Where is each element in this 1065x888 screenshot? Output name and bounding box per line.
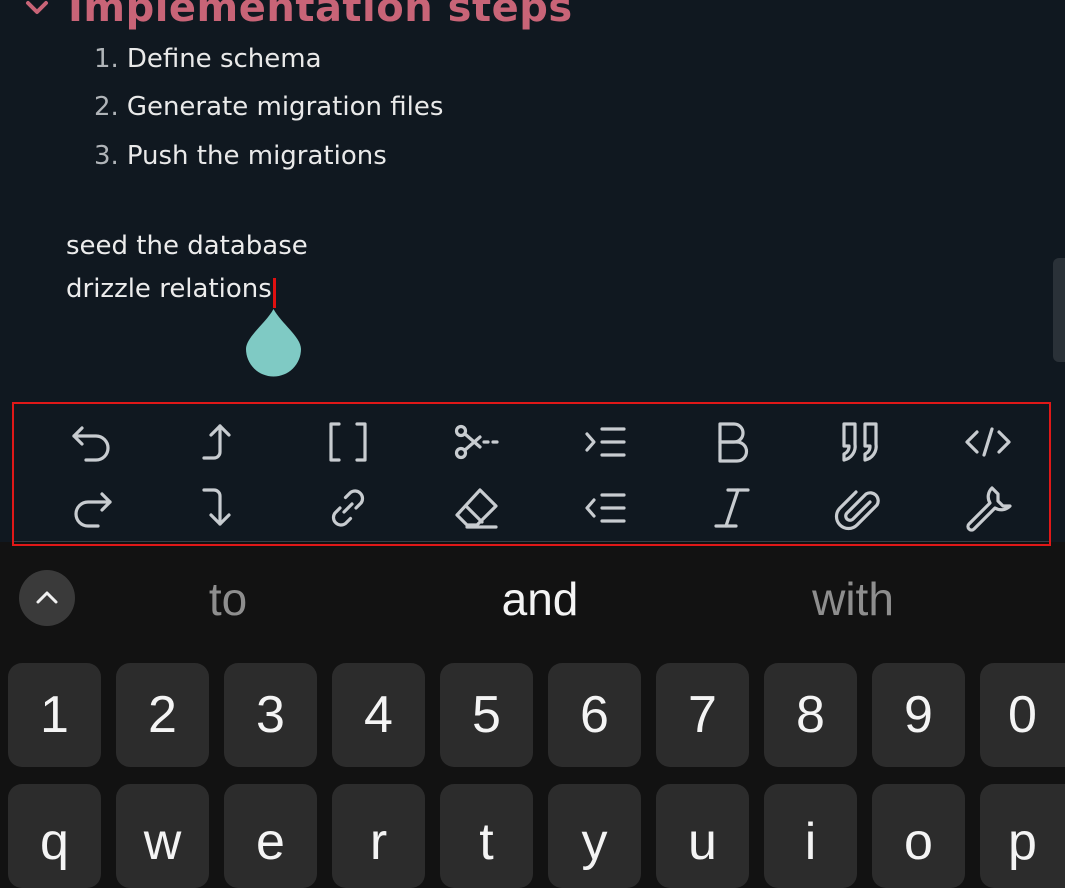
key-4[interactable]: 4 [332, 663, 425, 767]
toolbar-highlight-frame [12, 402, 1051, 546]
code-button[interactable] [956, 414, 1020, 470]
note-editor[interactable]: Implementation steps 1. Define schema 2.… [0, 0, 1065, 400]
key-p[interactable]: p [980, 784, 1065, 888]
checkbox-button[interactable] [316, 414, 380, 470]
code-icon [965, 427, 1011, 457]
key-i[interactable]: i [764, 784, 857, 888]
key-0[interactable]: 0 [980, 663, 1065, 767]
list-number: 2. [94, 92, 119, 122]
italic-icon [714, 488, 750, 528]
key-r[interactable]: r [332, 784, 425, 888]
bold-button[interactable] [700, 414, 764, 470]
suggestion-word[interactable]: with [728, 569, 978, 629]
settings-tools-button[interactable] [956, 480, 1020, 536]
eraser-icon [455, 488, 498, 529]
cursor-handle[interactable] [245, 307, 302, 377]
collapsible-heading[interactable]: Implementation steps [22, 0, 573, 38]
list-number: 1. [94, 44, 119, 74]
key-6[interactable]: 6 [548, 663, 641, 767]
list-item[interactable]: 1. Define schema [94, 44, 322, 74]
paragraph[interactable]: drizzle relations [66, 274, 272, 304]
quote-icon [842, 422, 878, 462]
indent-button[interactable] [572, 414, 636, 470]
clear-format-button[interactable] [444, 480, 508, 536]
list-item[interactable]: 3. Push the migrations [94, 141, 387, 171]
italic-button[interactable] [700, 480, 764, 536]
outdent-icon [585, 493, 626, 523]
key-7[interactable]: 7 [656, 663, 749, 767]
key-q[interactable]: q [8, 784, 101, 888]
chevron-down-icon[interactable] [22, 0, 52, 23]
heading-text: Implementation steps [68, 0, 573, 31]
move-line-down-button[interactable] [188, 480, 252, 536]
link-button[interactable] [316, 480, 380, 536]
cut-icon [454, 424, 499, 460]
redo-button[interactable] [60, 480, 124, 536]
checkbox-brackets-icon [329, 422, 367, 462]
undo-button[interactable] [60, 414, 124, 470]
formatting-toolbar [0, 400, 1065, 546]
suggestion-word[interactable]: to [128, 569, 328, 629]
list-item-text: Define schema [126, 44, 322, 74]
bold-icon [718, 422, 749, 463]
redo-icon [74, 492, 112, 528]
key-u[interactable]: u [656, 784, 749, 888]
key-w[interactable]: w [116, 784, 209, 888]
link-icon [331, 489, 365, 527]
move-down-icon [202, 488, 231, 526]
soft-keyboard: to and with 1 2 3 4 5 6 7 8 9 0 q w e r … [0, 547, 1065, 888]
undo-icon [72, 426, 110, 462]
key-8[interactable]: 8 [764, 663, 857, 767]
list-item-text: Generate migration files [126, 92, 444, 122]
list-item-text: Push the migrations [126, 141, 387, 171]
outdent-button[interactable] [572, 480, 636, 536]
expand-toolbar-button[interactable] [19, 570, 75, 626]
wrench-icon [966, 486, 1012, 532]
move-line-up-button[interactable] [188, 414, 252, 470]
suggestion-word[interactable]: and [415, 569, 665, 629]
scrollbar-thumb[interactable] [1053, 258, 1065, 362]
attach-button[interactable] [828, 480, 892, 536]
list-item[interactable]: 2. Generate migration files [94, 92, 443, 122]
quote-button[interactable] [828, 414, 892, 470]
list-number: 3. [94, 141, 119, 171]
indent-icon [585, 427, 626, 457]
key-o[interactable]: o [872, 784, 965, 888]
attachment-icon [834, 490, 880, 531]
cut-button[interactable] [444, 414, 508, 470]
key-y[interactable]: y [548, 784, 641, 888]
key-3[interactable]: 3 [224, 663, 317, 767]
key-9[interactable]: 9 [872, 663, 965, 767]
key-e[interactable]: e [224, 784, 317, 888]
key-2[interactable]: 2 [116, 663, 209, 767]
paragraph[interactable]: seed the database [66, 231, 308, 261]
move-up-icon [202, 424, 231, 460]
toolbar-divider [14, 541, 1050, 542]
text-cursor [273, 278, 276, 308]
key-t[interactable]: t [440, 784, 533, 888]
key-1[interactable]: 1 [8, 663, 101, 767]
chevron-up-icon [36, 591, 58, 604]
key-5[interactable]: 5 [440, 663, 533, 767]
